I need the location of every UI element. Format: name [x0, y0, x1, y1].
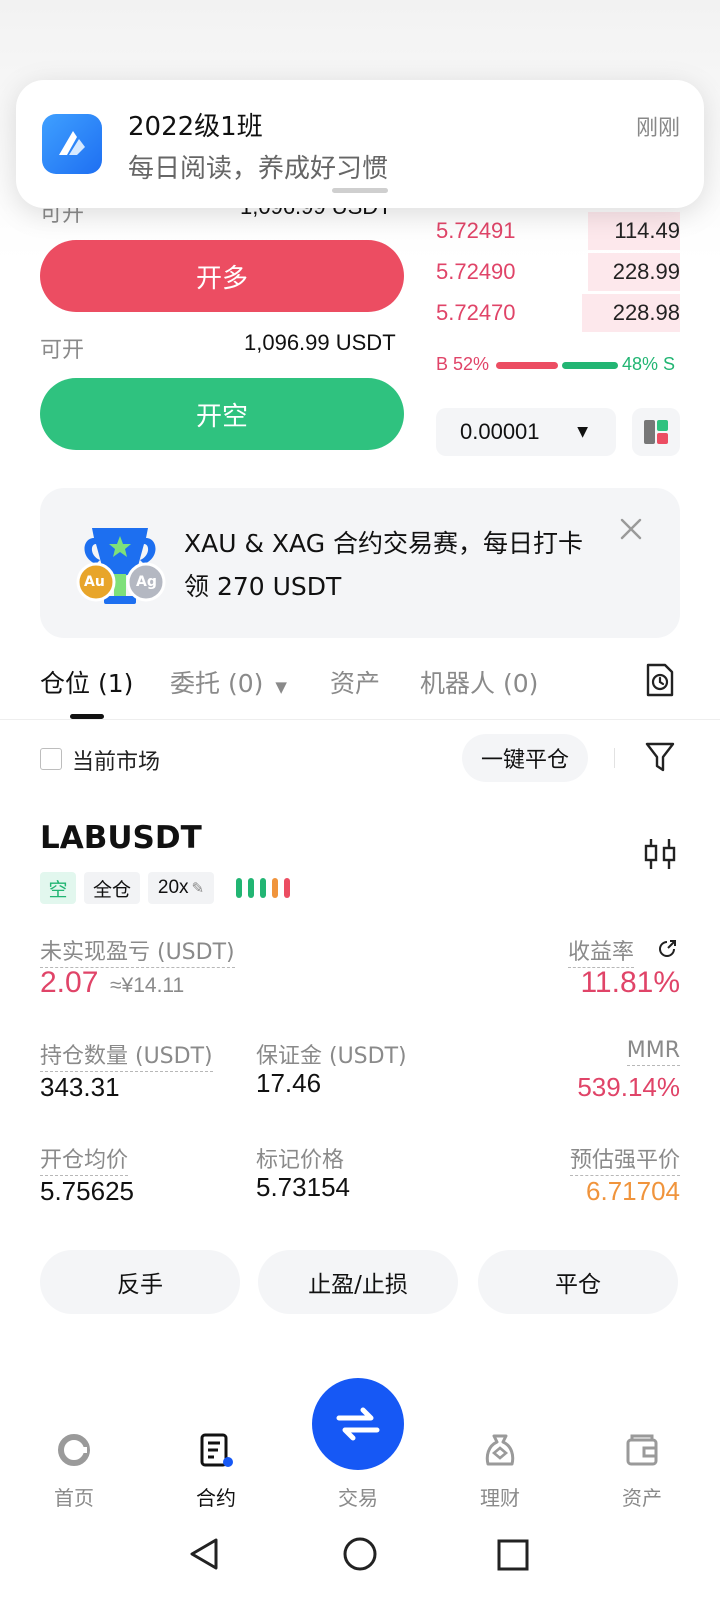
roe-label[interactable]: 收益率	[567, 940, 634, 968]
notification-time: 刚刚	[635, 116, 680, 141]
notification-title: 2022级1班	[128, 112, 263, 142]
orderbook-row[interactable]: 5.72490 228.99	[436, 253, 680, 291]
position-size-value: 343.31	[40, 1072, 120, 1102]
open-short-button[interactable]: 开空	[40, 378, 404, 450]
notification-card[interactable]: 2022级1班 每日阅读，养成好习惯 刚刚	[16, 80, 704, 208]
notification-handle[interactable]	[332, 188, 388, 193]
risk-level-icon	[236, 878, 296, 898]
side-tag: 空	[40, 872, 76, 904]
notification-message: 每日阅读，养成好习惯	[128, 154, 389, 184]
tab-assets[interactable]: 资产	[330, 664, 380, 700]
close-position-button[interactable]: 平仓	[478, 1250, 678, 1314]
banner-text: XAU & XAG 合约交易赛，每日打卡领 270 USDT	[184, 529, 584, 601]
caret-down-icon: ▼	[577, 424, 588, 440]
orderbook-price: 5.72470	[436, 300, 516, 325]
close-all-button[interactable]: 一键平仓	[462, 734, 588, 782]
mmr-value: 539.14%	[577, 1072, 680, 1102]
nav-futures-icon[interactable]	[166, 1432, 266, 1472]
promo-banner[interactable]: Au Ag XAU & XAG 合约交易赛，每日打卡领 270 USDT	[40, 488, 680, 638]
orderbook-qty: 114.49	[614, 218, 680, 243]
tab-bots[interactable]: 机器人 (0)	[420, 664, 538, 700]
orderbook-row[interactable]: 5.72491 114.49	[436, 212, 680, 250]
app-icon	[42, 114, 102, 174]
position-size-label[interactable]: 持仓数量 (USDT)	[40, 1044, 213, 1072]
buy-ratio-bar	[496, 362, 558, 369]
current-market-label: 当前市场	[72, 750, 161, 775]
margin-label: 保证金 (USDT)	[256, 1044, 407, 1069]
entry-price-label[interactable]: 开仓均价	[40, 1148, 129, 1176]
leverage-value: 20x	[157, 877, 189, 898]
caret-down-icon: ▼	[275, 678, 287, 696]
edit-icon: ✎	[191, 879, 205, 897]
unrealized-pnl-cny: ≈¥14.11	[110, 974, 185, 997]
position-tabs: 仓位 (1) 委托 (0) ▼ 资产 机器人 (0)	[0, 650, 720, 720]
tab-positions[interactable]: 仓位 (1)	[40, 664, 133, 700]
close-icon[interactable]	[616, 514, 646, 544]
nav-assets-icon[interactable]	[592, 1432, 692, 1472]
nav-trade-label[interactable]: 交易	[308, 1482, 408, 1511]
trade-button[interactable]	[312, 1378, 404, 1470]
roe-value: 11.81%	[580, 966, 680, 999]
tp-sl-button[interactable]: 止盈/止损	[258, 1250, 458, 1314]
orderbook-price: 5.72490	[436, 259, 516, 284]
tab-orders-label: 委托 (0)	[170, 669, 264, 698]
divider	[614, 748, 615, 768]
mmr-label[interactable]: MMR	[626, 1038, 680, 1066]
precision-value: 0.00001	[460, 419, 540, 444]
unrealized-pnl-value: 2.07	[40, 966, 99, 999]
precision-selector[interactable]: 0.00001 ▼	[436, 408, 616, 456]
home-circle-icon[interactable]	[342, 1536, 378, 1572]
reverse-button[interactable]: 反手	[40, 1250, 240, 1314]
nav-earn-label[interactable]: 理财	[450, 1482, 550, 1511]
nav-earn-icon[interactable]	[450, 1432, 550, 1472]
nav-home-icon[interactable]	[24, 1432, 124, 1472]
sell-ratio-bar	[562, 362, 618, 369]
sell-ratio-label: 48% S	[622, 354, 676, 374]
nav-futures-label[interactable]: 合约	[166, 1482, 266, 1511]
tab-orders[interactable]: 委托 (0) ▼	[170, 664, 287, 700]
current-market-checkbox[interactable]	[40, 748, 62, 770]
back-icon[interactable]	[186, 1536, 222, 1572]
entry-price-value: 5.75625	[40, 1176, 134, 1206]
chart-icon[interactable]	[642, 836, 678, 872]
orderbook-row[interactable]: 5.72470 228.98	[436, 294, 680, 332]
orderbook-qty: 228.99	[612, 259, 680, 284]
layout-toggle-button[interactable]	[632, 408, 680, 456]
mark-price-value: 5.73154	[256, 1172, 350, 1202]
nav-home-label[interactable]: 首页	[24, 1482, 124, 1511]
orderbook-price: 5.72491	[436, 218, 516, 243]
history-icon[interactable]	[644, 662, 676, 698]
gold-badge: Au	[84, 574, 105, 590]
silver-badge: Ag	[136, 574, 157, 590]
margin-value: 17.46	[256, 1068, 322, 1098]
liq-price-label[interactable]: 预估强平价	[569, 1148, 680, 1176]
recents-icon[interactable]	[496, 1538, 530, 1572]
liq-price-value: 6.71704	[586, 1176, 680, 1206]
filter-icon[interactable]	[644, 740, 676, 774]
available-value: 1,096.99 USDT	[244, 330, 396, 355]
buy-ratio-label: B 52%	[436, 354, 490, 374]
swap-icon	[336, 1407, 380, 1441]
position-symbol[interactable]: LABUSDT	[40, 820, 202, 856]
open-long-button[interactable]: 开多	[40, 240, 404, 312]
nav-assets-label[interactable]: 资产	[592, 1482, 692, 1511]
unrealized-pnl-label[interactable]: 未实现盈亏 (USDT)	[40, 940, 235, 968]
share-icon[interactable]	[656, 938, 678, 960]
mark-price-label: 标记价格	[256, 1148, 345, 1173]
margin-mode-tag: 全仓	[84, 872, 140, 904]
trophy-icon: Au Ag	[74, 518, 166, 608]
tab-indicator	[70, 714, 104, 719]
available-label: 可开	[40, 338, 85, 363]
leverage-tag[interactable]: 20x ✎	[148, 872, 214, 904]
orderbook-qty: 228.98	[612, 300, 680, 325]
layout-icon	[644, 420, 668, 444]
